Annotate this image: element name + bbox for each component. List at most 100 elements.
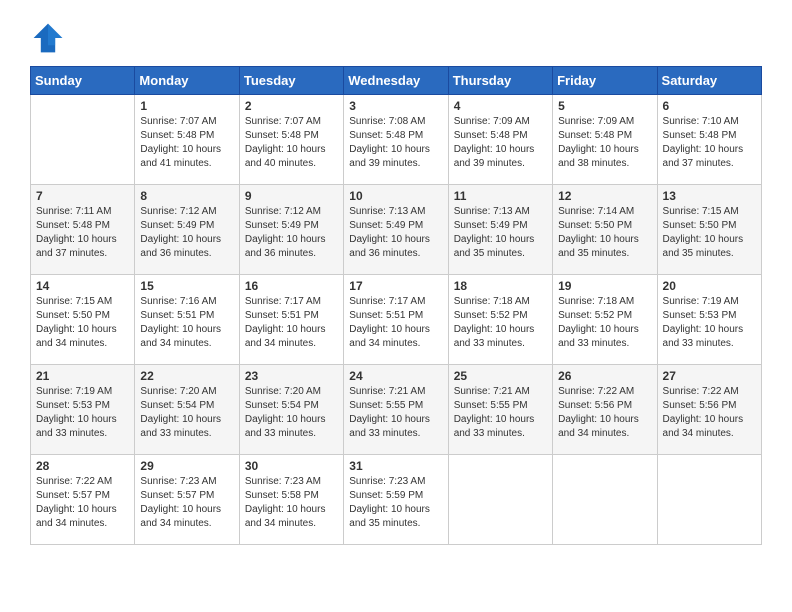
- calendar-cell: 27 Sunrise: 7:22 AMSunset: 5:56 PMDayligh…: [657, 365, 761, 455]
- calendar-cell: 22 Sunrise: 7:20 AMSunset: 5:54 PMDayligh…: [135, 365, 239, 455]
- cell-info: Sunrise: 7:15 AMSunset: 5:50 PMDaylight:…: [663, 205, 756, 261]
- day-number: 3: [349, 99, 442, 113]
- day-number: 12: [558, 189, 651, 203]
- day-number: 9: [245, 189, 338, 203]
- calendar-cell: 15Sunrise: 7:16 AMSunset: 5:51 PMDayligh…: [135, 275, 239, 365]
- cell-info: Sunrise: 7:17 AMSunset: 5:51 PMDaylight:…: [349, 295, 442, 351]
- calendar-week-5: 28 Sunrise: 7:22 AMSunset: 5:57 PMDayligh…: [31, 455, 762, 545]
- cell-info: Sunrise: 7:20 AMSunset: 5:54 PMDaylight:…: [140, 385, 233, 441]
- calendar-cell: 3 Sunrise: 7:08 AMSunset: 5:48 PMDaylight…: [344, 95, 448, 185]
- calendar-week-1: 1 Sunrise: 7:07 AMSunset: 5:48 PMDaylight…: [31, 95, 762, 185]
- cell-info: Sunrise: 7:07 AMSunset: 5:48 PMDaylight:…: [140, 115, 233, 171]
- cell-info: Sunrise: 7:18 AMSunset: 5:52 PMDaylight:…: [454, 295, 547, 351]
- day-number: 20: [663, 279, 756, 293]
- day-number: 2: [245, 99, 338, 113]
- cell-info: Sunrise: 7:07 AMSunset: 5:48 PMDaylight:…: [245, 115, 338, 171]
- day-number: 24: [349, 369, 442, 383]
- day-number: 29: [140, 459, 233, 473]
- day-number: 13: [663, 189, 756, 203]
- day-number: 10: [349, 189, 442, 203]
- cell-info: Sunrise: 7:10 AMSunset: 5:48 PMDaylight:…: [663, 115, 756, 171]
- cell-info: Sunrise: 7:13 AMSunset: 5:49 PMDaylight:…: [454, 205, 547, 261]
- day-number: 5: [558, 99, 651, 113]
- calendar-cell: 21 Sunrise: 7:19 AMSunset: 5:53 PMDayligh…: [31, 365, 135, 455]
- cell-info: Sunrise: 7:23 AMSunset: 5:57 PMDaylight:…: [140, 475, 233, 531]
- calendar-cell: 14 Sunrise: 7:15 AMSunset: 5:50 PMDayligh…: [31, 275, 135, 365]
- day-number: 26: [558, 369, 651, 383]
- day-number: 17: [349, 279, 442, 293]
- day-number: 21: [36, 369, 129, 383]
- day-number: 25: [454, 369, 547, 383]
- cell-info: Sunrise: 7:20 AMSunset: 5:54 PMDaylight:…: [245, 385, 338, 441]
- day-number: 1: [140, 99, 233, 113]
- day-number: 14: [36, 279, 129, 293]
- calendar-cell: 9Sunrise: 7:12 AMSunset: 5:49 PMDaylight…: [239, 185, 343, 275]
- day-number: 11: [454, 189, 547, 203]
- day-number: 23: [245, 369, 338, 383]
- day-number: 30: [245, 459, 338, 473]
- day-number: 6: [663, 99, 756, 113]
- header-thursday: Thursday: [448, 67, 552, 95]
- calendar-cell: 8 Sunrise: 7:12 AMSunset: 5:49 PMDaylight…: [135, 185, 239, 275]
- day-number: 16: [245, 279, 338, 293]
- cell-info: Sunrise: 7:22 AMSunset: 5:57 PMDaylight:…: [36, 475, 129, 531]
- calendar-cell: 24 Sunrise: 7:21 AMSunset: 5:55 PMDayligh…: [344, 365, 448, 455]
- day-number: 15: [140, 279, 233, 293]
- calendar-cell: 28 Sunrise: 7:22 AMSunset: 5:57 PMDayligh…: [31, 455, 135, 545]
- cell-info: Sunrise: 7:15 AMSunset: 5:50 PMDaylight:…: [36, 295, 129, 351]
- calendar-week-3: 14 Sunrise: 7:15 AMSunset: 5:50 PMDayligh…: [31, 275, 762, 365]
- day-number: 8: [140, 189, 233, 203]
- calendar-cell: 17 Sunrise: 7:17 AMSunset: 5:51 PMDayligh…: [344, 275, 448, 365]
- calendar-cell: [448, 455, 552, 545]
- day-number: 19: [558, 279, 651, 293]
- logo: [30, 20, 72, 56]
- calendar-cell: 11 Sunrise: 7:13 AMSunset: 5:49 PMDayligh…: [448, 185, 552, 275]
- header-sunday: Sunday: [31, 67, 135, 95]
- calendar-cell: 12 Sunrise: 7:14 AMSunset: 5:50 PMDayligh…: [553, 185, 657, 275]
- page-header: [30, 20, 762, 56]
- calendar-week-2: 7 Sunrise: 7:11 AMSunset: 5:48 PMDaylight…: [31, 185, 762, 275]
- calendar-cell: 23 Sunrise: 7:20 AMSunset: 5:54 PMDayligh…: [239, 365, 343, 455]
- calendar-cell: 16 Sunrise: 7:17 AMSunset: 5:51 PMDayligh…: [239, 275, 343, 365]
- header-tuesday: Tuesday: [239, 67, 343, 95]
- calendar-cell: 26 Sunrise: 7:22 AMSunset: 5:56 PMDayligh…: [553, 365, 657, 455]
- day-number: 27: [663, 369, 756, 383]
- logo-icon: [30, 20, 66, 56]
- cell-info: Sunrise: 7:22 AMSunset: 5:56 PMDaylight:…: [558, 385, 651, 441]
- header-saturday: Saturday: [657, 67, 761, 95]
- calendar-cell: 25Sunrise: 7:21 AMSunset: 5:55 PMDayligh…: [448, 365, 552, 455]
- cell-info: Sunrise: 7:19 AMSunset: 5:53 PMDaylight:…: [663, 295, 756, 351]
- day-number: 22: [140, 369, 233, 383]
- calendar-cell: 10 Sunrise: 7:13 AMSunset: 5:49 PMDayligh…: [344, 185, 448, 275]
- day-number: 4: [454, 99, 547, 113]
- calendar-cell: 13 Sunrise: 7:15 AMSunset: 5:50 PMDayligh…: [657, 185, 761, 275]
- calendar-week-4: 21 Sunrise: 7:19 AMSunset: 5:53 PMDayligh…: [31, 365, 762, 455]
- day-number: 31: [349, 459, 442, 473]
- calendar-header-row: SundayMondayTuesdayWednesdayThursdayFrid…: [31, 67, 762, 95]
- cell-info: Sunrise: 7:11 AMSunset: 5:48 PMDaylight:…: [36, 205, 129, 261]
- calendar-cell: 1 Sunrise: 7:07 AMSunset: 5:48 PMDaylight…: [135, 95, 239, 185]
- cell-info: Sunrise: 7:09 AMSunset: 5:48 PMDaylight:…: [558, 115, 651, 171]
- calendar-cell: 19Sunrise: 7:18 AMSunset: 5:52 PMDayligh…: [553, 275, 657, 365]
- calendar-cell: 4Sunrise: 7:09 AMSunset: 5:48 PMDaylight…: [448, 95, 552, 185]
- cell-info: Sunrise: 7:22 AMSunset: 5:56 PMDaylight:…: [663, 385, 756, 441]
- cell-info: Sunrise: 7:19 AMSunset: 5:53 PMDaylight:…: [36, 385, 129, 441]
- cell-info: Sunrise: 7:12 AMSunset: 5:49 PMDaylight:…: [140, 205, 233, 261]
- header-friday: Friday: [553, 67, 657, 95]
- day-number: 7: [36, 189, 129, 203]
- calendar-cell: 7 Sunrise: 7:11 AMSunset: 5:48 PMDaylight…: [31, 185, 135, 275]
- header-monday: Monday: [135, 67, 239, 95]
- calendar-cell: 2 Sunrise: 7:07 AMSunset: 5:48 PMDaylight…: [239, 95, 343, 185]
- calendar-cell: [31, 95, 135, 185]
- day-number: 28: [36, 459, 129, 473]
- cell-info: Sunrise: 7:21 AMSunset: 5:55 PMDaylight:…: [349, 385, 442, 441]
- cell-info: Sunrise: 7:17 AMSunset: 5:51 PMDaylight:…: [245, 295, 338, 351]
- calendar-cell: 30Sunrise: 7:23 AMSunset: 5:58 PMDayligh…: [239, 455, 343, 545]
- calendar-cell: 20 Sunrise: 7:19 AMSunset: 5:53 PMDayligh…: [657, 275, 761, 365]
- calendar-table: SundayMondayTuesdayWednesdayThursdayFrid…: [30, 66, 762, 545]
- calendar-cell: 5 Sunrise: 7:09 AMSunset: 5:48 PMDaylight…: [553, 95, 657, 185]
- cell-info: Sunrise: 7:08 AMSunset: 5:48 PMDaylight:…: [349, 115, 442, 171]
- cell-info: Sunrise: 7:13 AMSunset: 5:49 PMDaylight:…: [349, 205, 442, 261]
- cell-info: Sunrise: 7:14 AMSunset: 5:50 PMDaylight:…: [558, 205, 651, 261]
- calendar-cell: 18Sunrise: 7:18 AMSunset: 5:52 PMDayligh…: [448, 275, 552, 365]
